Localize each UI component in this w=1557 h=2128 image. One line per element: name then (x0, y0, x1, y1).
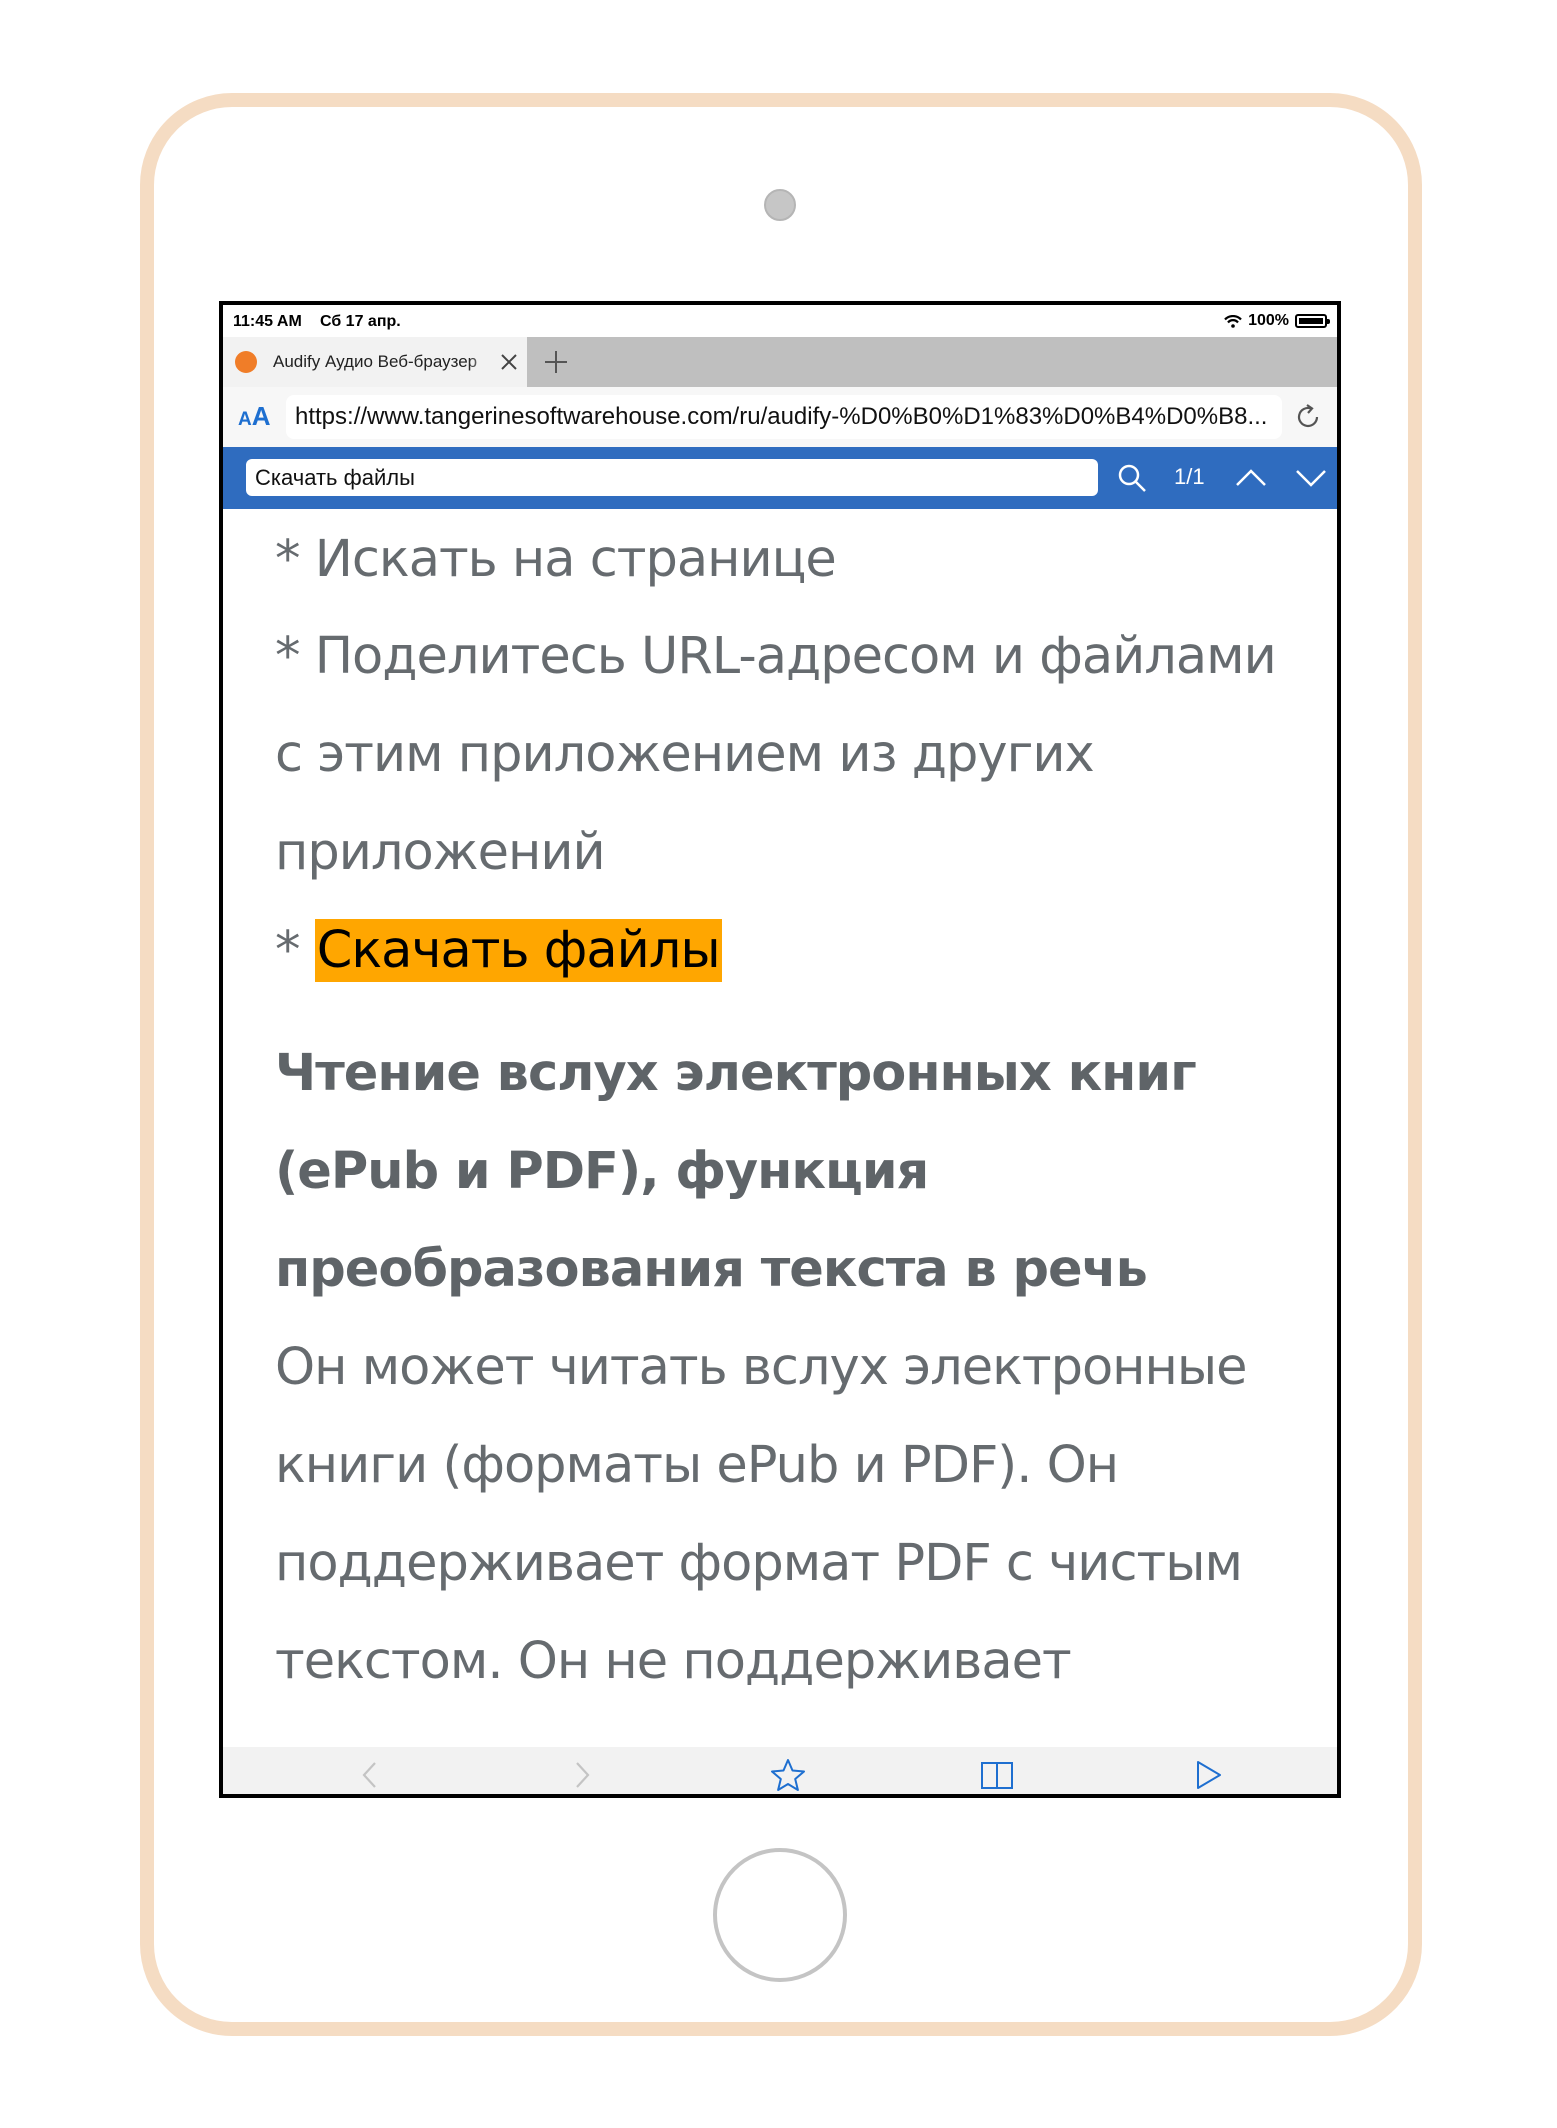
screen: 11:45 AM Сб 17 апр. 100% Audify Аудио Ве… (219, 301, 1341, 1798)
search-match-highlight: Скачать файлы (314, 919, 722, 982)
status-date: Сб 17 апр. (320, 313, 401, 330)
paragraph-line: книги (форматы ePub и PDF). Он (275, 1436, 1119, 1495)
chevron-up-icon[interactable] (1233, 461, 1269, 495)
forward-icon[interactable] (563, 1758, 599, 1792)
paragraph-line: текстом. Он не поддерживает (275, 1632, 1072, 1691)
chevron-down-icon[interactable] (1293, 461, 1329, 495)
section-heading: Чтение вслух электронных книг (275, 1044, 1197, 1103)
section-heading: преобразования текста в речь (275, 1240, 1148, 1299)
book-icon[interactable] (979, 1758, 1015, 1792)
home-button[interactable] (713, 1848, 847, 1982)
paragraph-line: Он может читать вслух электронные (275, 1338, 1247, 1397)
list-item-continuation: с этим приложением из других (275, 725, 1095, 784)
paragraph-line: поддерживает формат PDF с чистым (275, 1534, 1243, 1593)
list-item: * Поделитесь URL-адресом и файлами (275, 627, 1277, 686)
star-icon[interactable] (770, 1758, 806, 1792)
plus-icon[interactable] (543, 349, 569, 375)
search-icon[interactable] (1116, 462, 1148, 494)
address-field[interactable]: https://www.tangerinesoftwarehouse.com/r… (286, 395, 1282, 439)
play-icon[interactable] (1190, 1758, 1226, 1792)
list-item-continuation: приложений (275, 823, 606, 882)
text-size-button[interactable]: AA (238, 403, 271, 433)
find-bar: Скачать файлы 1/1 (223, 447, 1337, 509)
status-indicators: 100% (1224, 312, 1330, 330)
camera-icon (764, 189, 796, 221)
status-time: 11:45 AM (233, 313, 302, 330)
list-item-highlighted: * Скачать файлы (275, 919, 722, 982)
section-heading: (ePub и PDF), функция (275, 1142, 929, 1201)
list-item: * Искать на странице (275, 530, 837, 589)
close-icon[interactable] (497, 350, 521, 374)
status-bar: 11:45 AM Сб 17 апр. 100% (223, 305, 1337, 337)
url-bar: AA https://www.tangerinesoftwarehouse.co… (223, 387, 1337, 447)
tangerine-favicon-icon (235, 351, 257, 373)
tab-active[interactable]: Audify Аудио Веб-браузер (223, 337, 527, 387)
reload-icon[interactable] (1293, 402, 1323, 432)
bottom-toolbar (223, 1747, 1337, 1794)
page-content: * Искать на странице * Поделитесь URL-ад… (223, 509, 1337, 1747)
bullet-prefix: * (275, 921, 315, 980)
battery-icon (1295, 314, 1330, 328)
tab-title: Audify Аудио Веб-браузер (273, 352, 478, 371)
wifi-icon (1224, 314, 1242, 328)
back-icon[interactable] (353, 1758, 389, 1792)
find-match-count: 1/1 (1174, 464, 1205, 489)
find-input[interactable]: Скачать файлы (246, 459, 1098, 496)
tab-bar: Audify Аудио Веб-браузер (223, 337, 1337, 387)
battery-percent: 100% (1248, 312, 1289, 329)
